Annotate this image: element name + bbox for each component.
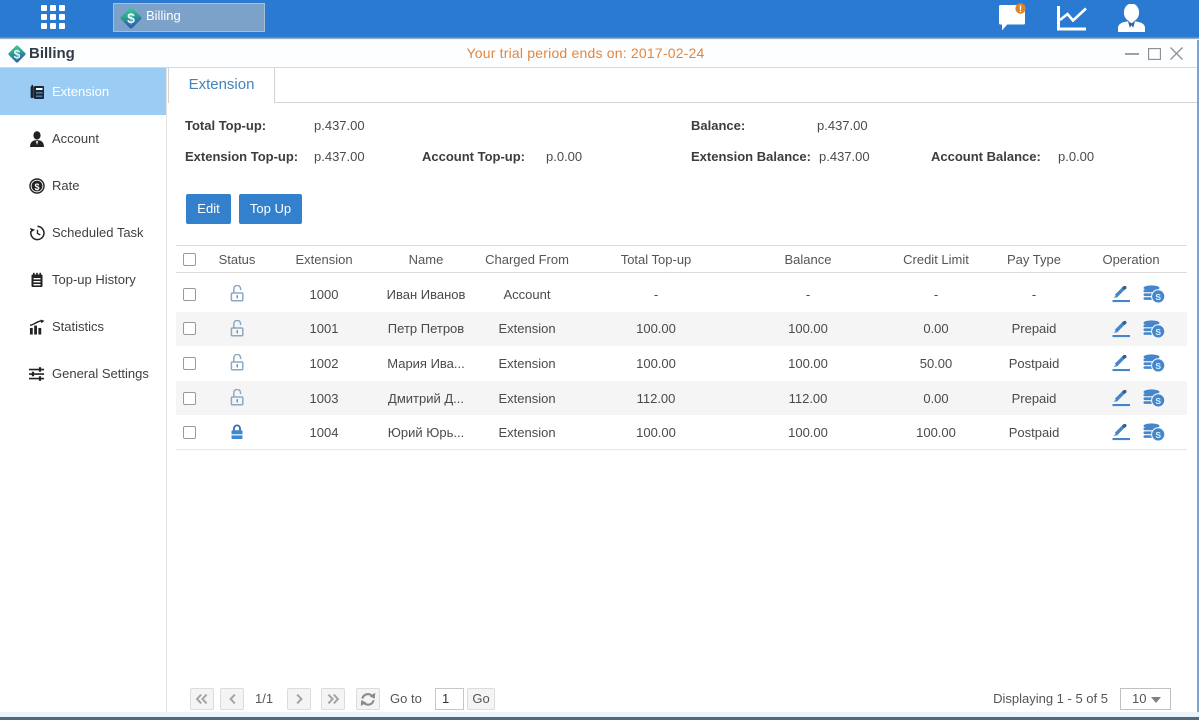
svg-text:$: $ <box>127 10 135 26</box>
svg-text:$: $ <box>34 182 39 192</box>
svg-text:!: ! <box>1019 4 1022 14</box>
